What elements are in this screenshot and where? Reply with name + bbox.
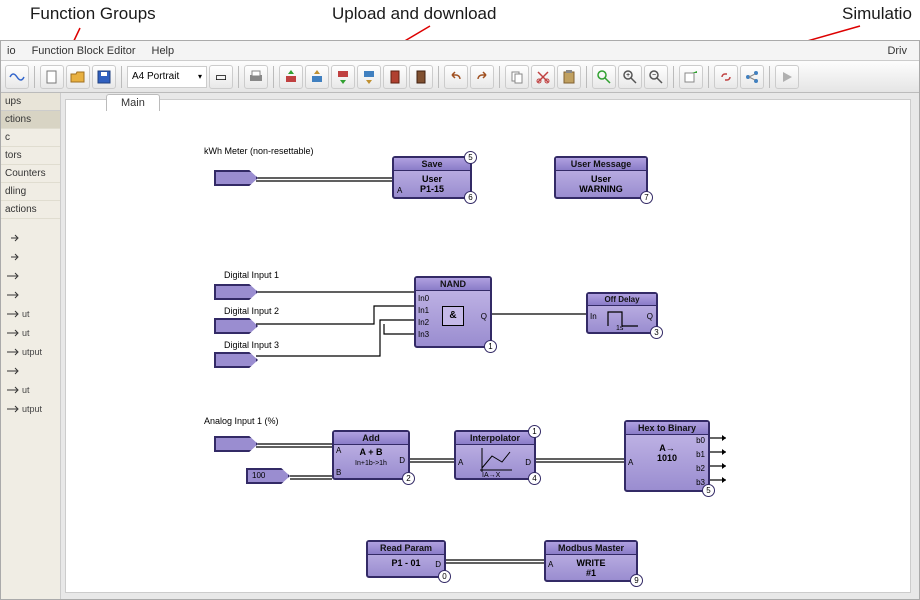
- sidebar-item-c[interactable]: c: [1, 129, 60, 147]
- palette-item[interactable]: [3, 229, 58, 247]
- paper-select[interactable]: A4 Portrait: [127, 66, 207, 88]
- menu-help[interactable]: Help: [146, 43, 181, 59]
- block-nand[interactable]: NAND In0 In1 In2 In3 Q & 1: [414, 276, 492, 348]
- caption-ai1: Analog Input 1 (%): [204, 416, 279, 426]
- caption-di1: Digital Input 1: [224, 270, 279, 280]
- palette-item[interactable]: ut: [3, 324, 58, 342]
- tool-paste-icon[interactable]: [557, 65, 581, 89]
- source-kwh[interactable]: [214, 170, 258, 186]
- tool-download2-icon[interactable]: [357, 65, 381, 89]
- tool-upload2-icon[interactable]: [305, 65, 329, 89]
- source-ai1[interactable]: [214, 436, 258, 452]
- block-add[interactable]: Add A + BIn+1b->1h A B D 2: [332, 430, 410, 480]
- source-di2[interactable]: [214, 318, 258, 334]
- tool-export-icon[interactable]: [679, 65, 703, 89]
- tool-wave-icon[interactable]: [5, 65, 29, 89]
- tool-copy-icon[interactable]: [505, 65, 529, 89]
- tool-play-icon[interactable]: [775, 65, 799, 89]
- tool-save-icon[interactable]: [92, 65, 116, 89]
- palette-item[interactable]: utput: [3, 400, 58, 418]
- caption-di2: Digital Input 2: [224, 306, 279, 316]
- block-usermsg[interactable]: User Message UserWARNING 7: [554, 156, 648, 199]
- source-di1[interactable]: [214, 284, 258, 300]
- sidebar-item-actions[interactable]: actions: [1, 201, 60, 219]
- tool-net-icon[interactable]: [740, 65, 764, 89]
- caption-kwh: kWh Meter (non-resettable): [204, 146, 314, 156]
- tool-print-icon[interactable]: [244, 65, 268, 89]
- block-offdelay[interactable]: Off Delay In Q 1s 3: [586, 292, 658, 334]
- toolbar: A4 Portrait ▭ + −: [1, 61, 919, 93]
- tool-find-icon[interactable]: [592, 65, 616, 89]
- tool-zoomin-icon[interactable]: +: [618, 65, 642, 89]
- tool-drive1-icon[interactable]: [383, 65, 407, 89]
- tool-zoomout-icon[interactable]: −: [644, 65, 668, 89]
- tool-link-icon[interactable]: [714, 65, 738, 89]
- block-interpolator[interactable]: Interpolator A D IA→X 1 4: [454, 430, 536, 480]
- sidebar-header: ups: [1, 93, 60, 111]
- tool-paper-icon[interactable]: ▭: [209, 65, 233, 89]
- workspace: ups ctions c tors Counters dling actions…: [1, 93, 919, 599]
- menu-right: Driv: [881, 43, 913, 59]
- palette-item[interactable]: ut: [3, 381, 58, 399]
- tool-upload1-icon[interactable]: [279, 65, 303, 89]
- tool-undo-icon[interactable]: [444, 65, 468, 89]
- menu-fbe[interactable]: Function Block Editor: [26, 43, 142, 59]
- block-modbus[interactable]: Modbus Master WRITE#1 A 9: [544, 540, 638, 582]
- svg-text:−: −: [652, 72, 656, 79]
- palette: ut ut utput ut utput: [1, 227, 60, 420]
- tool-new-icon[interactable]: [40, 65, 64, 89]
- sidebar-item-counters[interactable]: Counters: [1, 165, 60, 183]
- tool-open-icon[interactable]: [66, 65, 90, 89]
- palette-item[interactable]: utput: [3, 343, 58, 361]
- tool-cut-icon[interactable]: [531, 65, 555, 89]
- palette-item[interactable]: [3, 267, 58, 285]
- sidebar-item-functions[interactable]: ctions: [1, 111, 60, 129]
- sidebar-item-tors[interactable]: tors: [1, 147, 60, 165]
- palette-item[interactable]: [3, 248, 58, 266]
- sidebar: ups ctions c tors Counters dling actions…: [1, 93, 61, 599]
- block-save[interactable]: Save UserP1-15 A 5 6: [392, 156, 472, 199]
- menubar: io Function Block Editor Help Driv: [1, 41, 919, 61]
- source-di3[interactable]: [214, 352, 258, 368]
- sidebar-item-dling[interactable]: dling: [1, 183, 60, 201]
- tool-drive2-icon[interactable]: [409, 65, 433, 89]
- tool-download1-icon[interactable]: [331, 65, 355, 89]
- palette-item[interactable]: [3, 286, 58, 304]
- caption-di3: Digital Input 3: [224, 340, 279, 350]
- canvas[interactable]: kWh Meter (non-resettable) Save UserP1-1…: [74, 114, 902, 584]
- app-window: io Function Block Editor Help Driv A4 Po…: [0, 40, 920, 600]
- svg-text:+: +: [626, 72, 630, 79]
- tab-main[interactable]: Main: [106, 94, 160, 111]
- tabbar: Main: [106, 94, 160, 114]
- palette-item[interactable]: [3, 362, 58, 380]
- canvas-wrap: Main iInvertek Drives: [65, 99, 911, 593]
- block-readparam[interactable]: Read Param P1 - 01 D 0: [366, 540, 446, 578]
- tool-redo-icon[interactable]: [470, 65, 494, 89]
- palette-item[interactable]: ut: [3, 305, 58, 323]
- block-hex2bin[interactable]: Hex to Binary A→1010 A b0 b1 b2 b3 5: [624, 420, 710, 492]
